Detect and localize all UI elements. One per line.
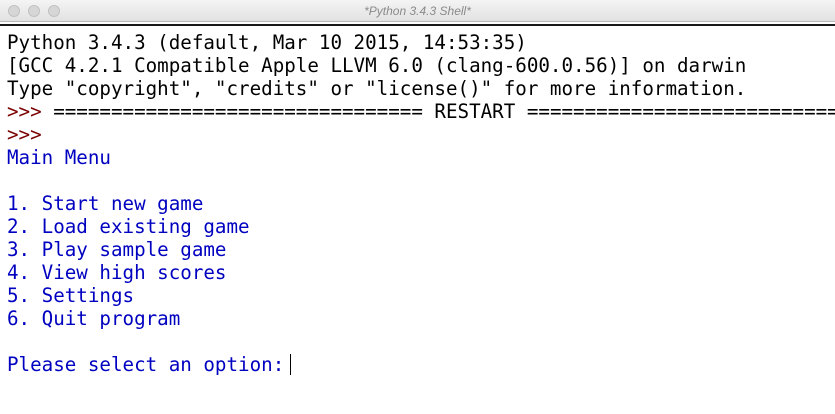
input-prompt: Please select an option: <box>7 353 285 376</box>
prompt-line: >>> <box>7 123 42 146</box>
menu-item-view-high-scores: 4. View high scores <box>7 261 227 284</box>
menu-item-quit-program: 6. Quit program <box>7 307 181 330</box>
text-cursor <box>290 354 292 375</box>
shell-prompt: >>> <box>7 123 42 146</box>
menu-title: Main Menu <box>7 146 111 169</box>
menu-item-start-new-game: 1. Start new game <box>7 192 204 215</box>
shell-output-area[interactable]: Python 3.4.3 (default, Mar 10 2015, 14:5… <box>0 24 835 414</box>
input-line[interactable]: Please select an option: <box>7 353 292 376</box>
restart-line: >>> ================================ RES… <box>7 100 835 123</box>
menu-item-play-sample-game: 3. Play sample game <box>7 238 227 261</box>
menu-item-settings: 5. Settings <box>7 284 135 307</box>
banner-line-compiler: [GCC 4.2.1 Compatible Apple LLVM 6.0 (cl… <box>7 54 747 77</box>
window-title: *Python 3.4.3 Shell* <box>364 4 471 18</box>
restart-banner: ================================ RESTART… <box>41 100 835 123</box>
python-shell-window: *Python 3.4.3 Shell* Python 3.4.3 (defau… <box>0 0 835 414</box>
shell-prompt: >>> <box>7 100 42 123</box>
menu-item-load-existing-game: 2. Load existing game <box>7 215 250 238</box>
title-bar: *Python 3.4.3 Shell* <box>0 0 835 22</box>
banner-line-version: Python 3.4.3 (default, Mar 10 2015, 14:5… <box>7 31 527 54</box>
banner-line-info: Type "copyright", "credits" or "license(… <box>7 77 747 100</box>
